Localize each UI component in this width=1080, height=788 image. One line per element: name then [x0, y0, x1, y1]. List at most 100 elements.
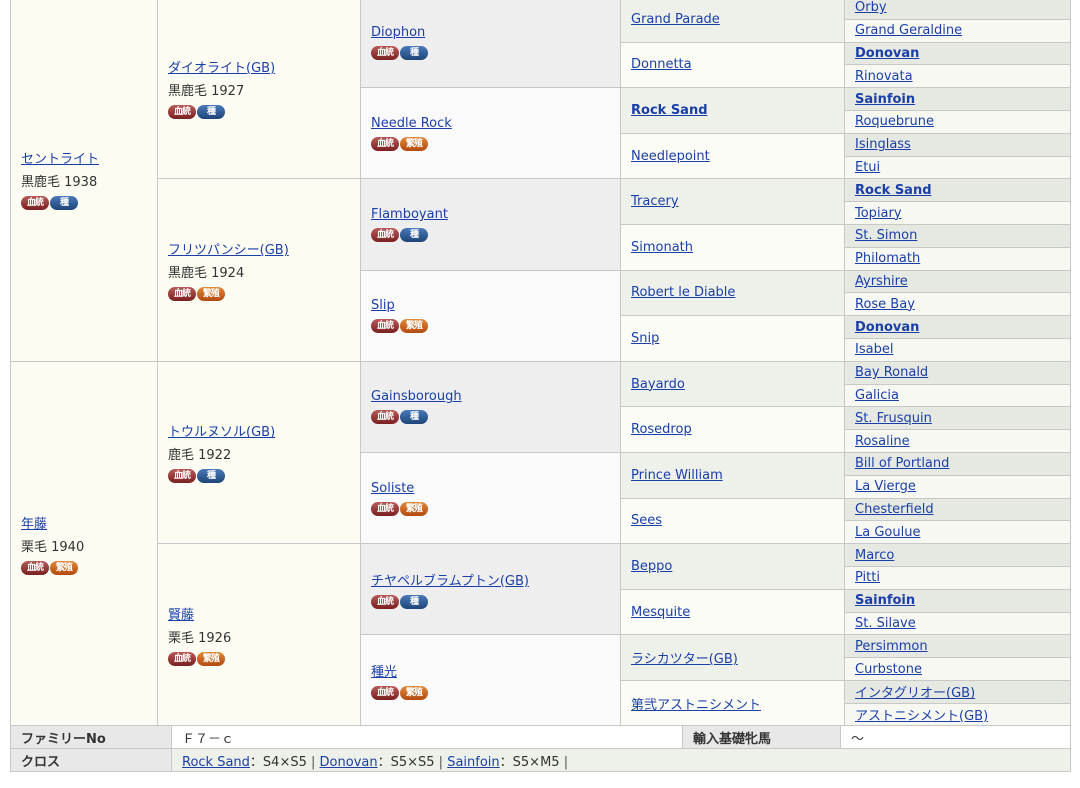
- horse-link[interactable]: Slip: [371, 298, 395, 313]
- horse-link[interactable]: ラシカツター(GB): [631, 652, 738, 667]
- horse-link[interactable]: Needle Rock: [371, 116, 452, 131]
- cross-horse-link[interactable]: Rock Sand: [182, 755, 250, 770]
- horse-link[interactable]: Bay Ronald: [855, 365, 928, 380]
- cross-horse-link[interactable]: Donovan: [320, 755, 378, 770]
- horse-link[interactable]: Philomath: [855, 251, 920, 266]
- horse-link[interactable]: Isabel: [855, 342, 893, 357]
- cross-horse-link[interactable]: Sainfoin: [447, 755, 499, 770]
- horse-link[interactable]: Grand Parade: [631, 12, 720, 27]
- stallion-badge-icon[interactable]: 種: [400, 594, 428, 609]
- pedigree-badge-icon[interactable]: 血統: [371, 319, 399, 334]
- gen3-horse-cell: Needle Rock 血統 繁殖: [360, 87, 621, 180]
- horse-link[interactable]: Orby: [855, 0, 887, 15]
- horse-link[interactable]: 賢藤: [168, 608, 194, 623]
- pedigree-badge-icon[interactable]: 血統: [168, 651, 196, 666]
- pedigree-row: 賢藤 栗毛 1926 血統 繁殖 チヤペルブラムプトン(GB) 血統種 Beppo Marco: [11, 543, 1071, 727]
- horse-link[interactable]: Sainfoin: [855, 593, 915, 608]
- horse-link[interactable]: Mesquite: [631, 605, 690, 620]
- broodmare-badge-icon[interactable]: 繁殖: [400, 319, 428, 334]
- pedigree-badge-icon[interactable]: 血統: [371, 410, 399, 425]
- pedigree-badge-icon[interactable]: 血統: [168, 104, 196, 119]
- horse-link[interactable]: Chesterfield: [855, 502, 934, 517]
- horse-link[interactable]: Ayrshire: [855, 274, 908, 289]
- broodmare-badge-icon[interactable]: 繁殖: [400, 136, 428, 151]
- horse-link[interactable]: Roquebrune: [855, 114, 934, 129]
- stallion-badge-icon[interactable]: 種: [400, 410, 428, 425]
- horse-link[interactable]: アストニシメント(GB): [855, 709, 988, 724]
- pedigree-badge-icon[interactable]: 血統: [371, 136, 399, 151]
- horse-link[interactable]: 第弐アストニシメント: [631, 698, 761, 713]
- horse-link[interactable]: ダイオライト(GB): [168, 61, 275, 76]
- stallion-badge-icon[interactable]: 種: [400, 45, 428, 60]
- pedigree-badge-icon[interactable]: 血統: [21, 195, 49, 210]
- info-table: ファミリーNo Ｆ７－ｃ 輸入基礎牝馬 ～ クロス Rock Sand：S4×S…: [10, 725, 1071, 772]
- horse-link[interactable]: Rinovata: [855, 69, 913, 84]
- horse-link[interactable]: Donnetta: [631, 57, 692, 72]
- horse-link[interactable]: St. Silave: [855, 616, 916, 631]
- horse-link[interactable]: Etui: [855, 160, 880, 175]
- broodmare-badge-icon[interactable]: 繁殖: [197, 287, 225, 302]
- pedigree-badge-icon[interactable]: 血統: [168, 469, 196, 484]
- horse-link[interactable]: Rosedrop: [631, 422, 692, 437]
- broodmare-badge-icon[interactable]: 繁殖: [50, 560, 78, 575]
- horse-link[interactable]: Sainfoin: [855, 92, 915, 107]
- horse-link[interactable]: Persimmon: [855, 639, 928, 654]
- horse-link[interactable]: フリツパンシー(GB): [168, 243, 289, 258]
- pedigree-badge-icon[interactable]: 血統: [371, 45, 399, 60]
- gen4-horse-cell: Mesquite: [620, 588, 845, 636]
- pedigree-badge-icon[interactable]: 血統: [371, 227, 399, 242]
- pedigree-badge-icon[interactable]: 血統: [371, 594, 399, 609]
- horse-link[interactable]: チヤペルブラムプトン(GB): [371, 574, 529, 589]
- horse-link[interactable]: Rosaline: [855, 434, 910, 449]
- horse-link[interactable]: Rock Sand: [855, 183, 932, 198]
- horse-link[interactable]: Prince William: [631, 468, 723, 483]
- horse-link[interactable]: Isinglass: [855, 137, 911, 152]
- horse-link[interactable]: Galicia: [855, 388, 899, 403]
- horse-link[interactable]: St. Frusquin: [855, 411, 932, 426]
- pedigree-badge-icon[interactable]: 血統: [371, 685, 399, 700]
- pedigree-badge-icon[interactable]: 血統: [21, 560, 49, 575]
- broodmare-badge-icon[interactable]: 繁殖: [400, 501, 428, 516]
- horse-link[interactable]: Marco: [855, 548, 894, 563]
- horse-link[interactable]: セントライト: [21, 152, 99, 167]
- horse-link[interactable]: Gainsborough: [371, 389, 462, 404]
- gen3-horse-cell: Slip 血統 繁殖: [360, 269, 621, 362]
- horse-link[interactable]: Tracery: [631, 194, 679, 209]
- broodmare-badge-icon[interactable]: 繁殖: [197, 651, 225, 666]
- horse-link[interactable]: 種光: [371, 665, 397, 680]
- horse-link[interactable]: Bayardo: [631, 377, 685, 392]
- horse-link[interactable]: Beppo: [631, 559, 672, 574]
- horse-link[interactable]: Sees: [631, 513, 662, 528]
- horse-link[interactable]: Needlepoint: [631, 149, 710, 164]
- stallion-badge-icon[interactable]: 種: [197, 469, 225, 484]
- stallion-badge-icon[interactable]: 種: [197, 104, 225, 119]
- horse-link[interactable]: Topiary: [855, 206, 902, 221]
- horse-link[interactable]: Grand Geraldine: [855, 23, 962, 38]
- pedigree-badge-icon[interactable]: 血統: [168, 287, 196, 302]
- horse-link[interactable]: Curbstone: [855, 662, 922, 677]
- horse-link[interactable]: 年藤: [21, 517, 47, 532]
- horse-link[interactable]: トウルヌソル(GB): [168, 425, 275, 440]
- horse-link[interactable]: Snip: [631, 331, 659, 346]
- horse-link[interactable]: St. Simon: [855, 228, 917, 243]
- broodmare-badge-icon[interactable]: 繁殖: [400, 685, 428, 700]
- horse-link[interactable]: Soliste: [371, 481, 414, 496]
- gen5-horse-cell: Sainfoin: [844, 87, 1071, 111]
- horse-link[interactable]: Flamboyant: [371, 207, 448, 222]
- stallion-badge-icon[interactable]: 種: [50, 195, 78, 210]
- cross-label: クロス: [10, 748, 172, 772]
- horse-link[interactable]: Bill of Portland: [855, 456, 949, 471]
- horse-link[interactable]: Robert le Diable: [631, 285, 735, 300]
- horse-link[interactable]: インタグリオー(GB): [855, 686, 975, 701]
- horse-link[interactable]: Pitti: [855, 570, 880, 585]
- horse-link[interactable]: Donovan: [855, 320, 919, 335]
- horse-link[interactable]: La Goulue: [855, 525, 920, 540]
- horse-link[interactable]: Donovan: [855, 46, 919, 61]
- horse-link[interactable]: Simonath: [631, 240, 693, 255]
- horse-link[interactable]: Diophon: [371, 25, 425, 40]
- pedigree-badge-icon[interactable]: 血統: [371, 501, 399, 516]
- horse-link[interactable]: La Vierge: [855, 479, 916, 494]
- stallion-badge-icon[interactable]: 種: [400, 227, 428, 242]
- horse-link[interactable]: Rock Sand: [631, 103, 708, 118]
- horse-link[interactable]: Rose Bay: [855, 297, 915, 312]
